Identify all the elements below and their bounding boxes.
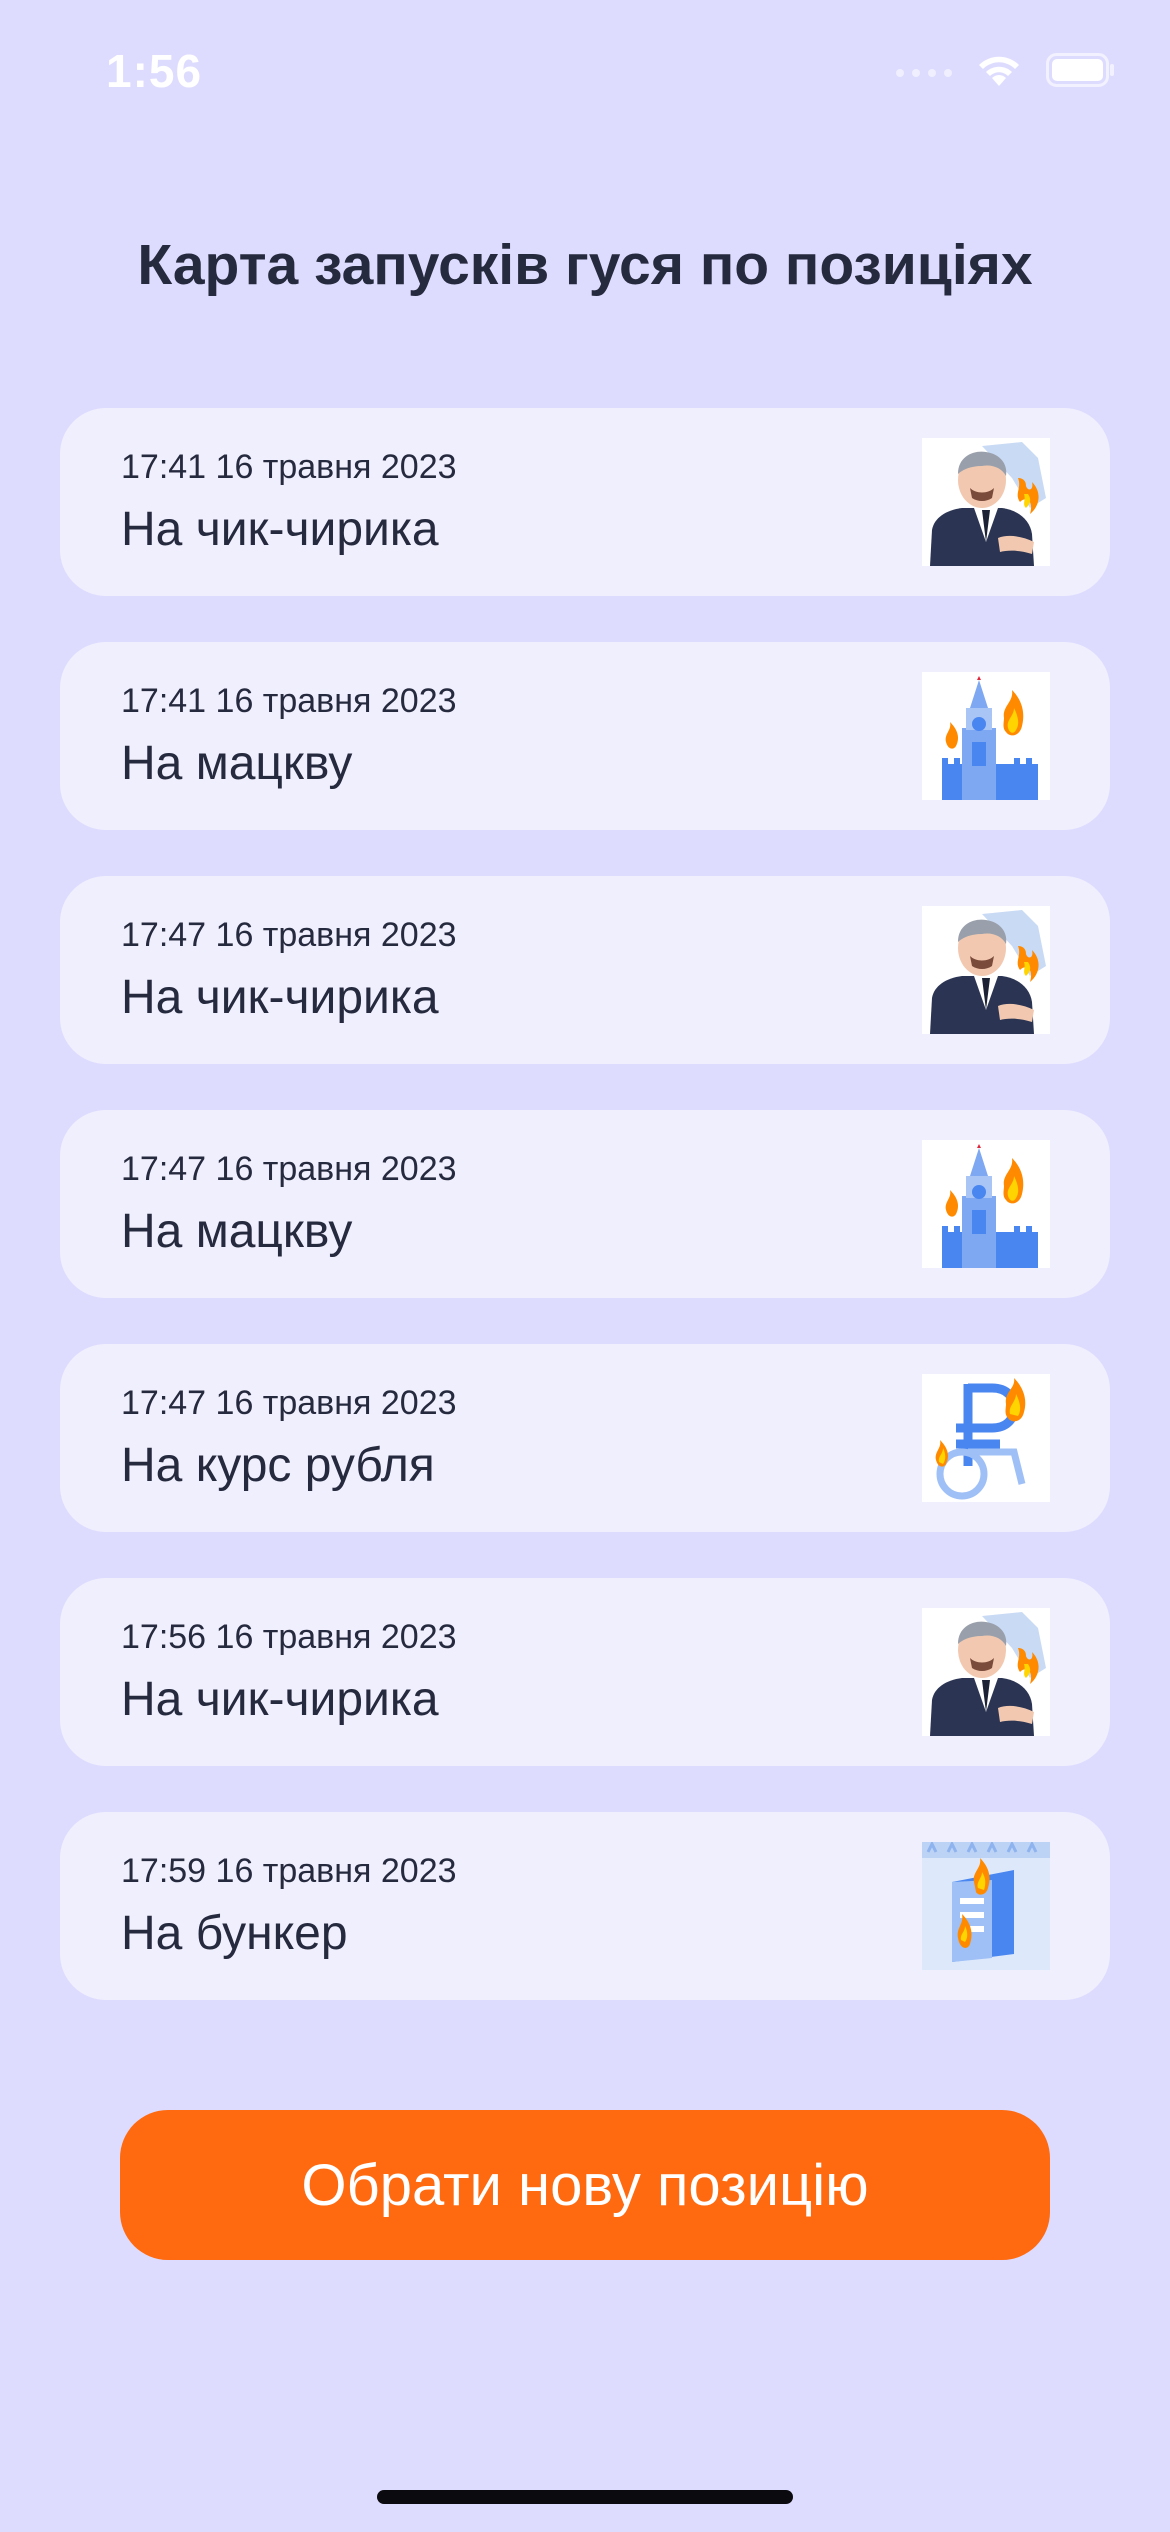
bunker-on-fire-icon <box>922 1842 1050 1970</box>
launch-time: 17:47 16 травня 2023 <box>121 1150 457 1188</box>
leader-on-fire-icon <box>922 1608 1050 1736</box>
launch-time: 17:41 16 травня 2023 <box>121 682 457 720</box>
launch-target: На мацкву <box>121 737 353 790</box>
choose-new-position-button[interactable]: Обрати нову позицію <box>120 2110 1050 2260</box>
status-time: 1:56 <box>106 45 203 97</box>
launch-target: На чик-чирика <box>121 971 439 1024</box>
home-indicator[interactable] <box>377 2490 793 2504</box>
launch-target: На чик-чирика <box>121 503 439 556</box>
ruble-wheelchair-on-fire-icon <box>922 1374 1050 1502</box>
launch-time: 17:59 16 травня 2023 <box>121 1852 457 1890</box>
launch-target: На мацкву <box>121 1205 353 1258</box>
leader-on-fire-icon <box>922 438 1050 566</box>
cellular-signal-icon <box>896 68 952 77</box>
launch-list: 17:41 16 травня 2023 На чик-чирика 17:41… <box>60 408 1110 2046</box>
launch-card[interactable]: 17:47 16 травня 2023 На мацкву <box>60 1110 1110 1298</box>
kremlin-tower-on-fire-icon <box>922 672 1050 800</box>
launch-time: 17:41 16 травня 2023 <box>121 448 457 486</box>
page-title: Карта запусків гуся по позиціях <box>137 233 1033 297</box>
launch-target: На курс рубля <box>121 1439 435 1492</box>
launch-target: На чик-чирика <box>121 1673 439 1726</box>
launch-card[interactable]: 17:59 16 травня 2023 На бункер <box>60 1812 1110 2000</box>
launch-card[interactable]: 17:56 16 травня 2023 На чик-чирика <box>60 1578 1110 1766</box>
leader-on-fire-icon <box>922 906 1050 1034</box>
launch-card[interactable]: 17:41 16 травня 2023 На чик-чирика <box>60 408 1110 596</box>
launch-time: 17:56 16 травня 2023 <box>121 1618 457 1656</box>
launch-target: На бункер <box>121 1907 348 1960</box>
wifi-icon <box>974 52 1024 93</box>
battery-icon <box>1046 53 1116 92</box>
kremlin-tower-on-fire-icon <box>922 1140 1050 1268</box>
launch-card[interactable]: 17:41 16 травня 2023 На мацкву <box>60 642 1110 830</box>
status-icons <box>896 52 1116 93</box>
launch-card[interactable]: 17:47 16 травня 2023 На чик-чирика <box>60 876 1110 1064</box>
launch-card[interactable]: 17:47 16 травня 2023 На курс рубля <box>60 1344 1110 1532</box>
launch-time: 17:47 16 травня 2023 <box>121 1384 457 1422</box>
launch-time: 17:47 16 травня 2023 <box>121 916 457 954</box>
status-bar: 1:56 <box>0 0 1170 150</box>
